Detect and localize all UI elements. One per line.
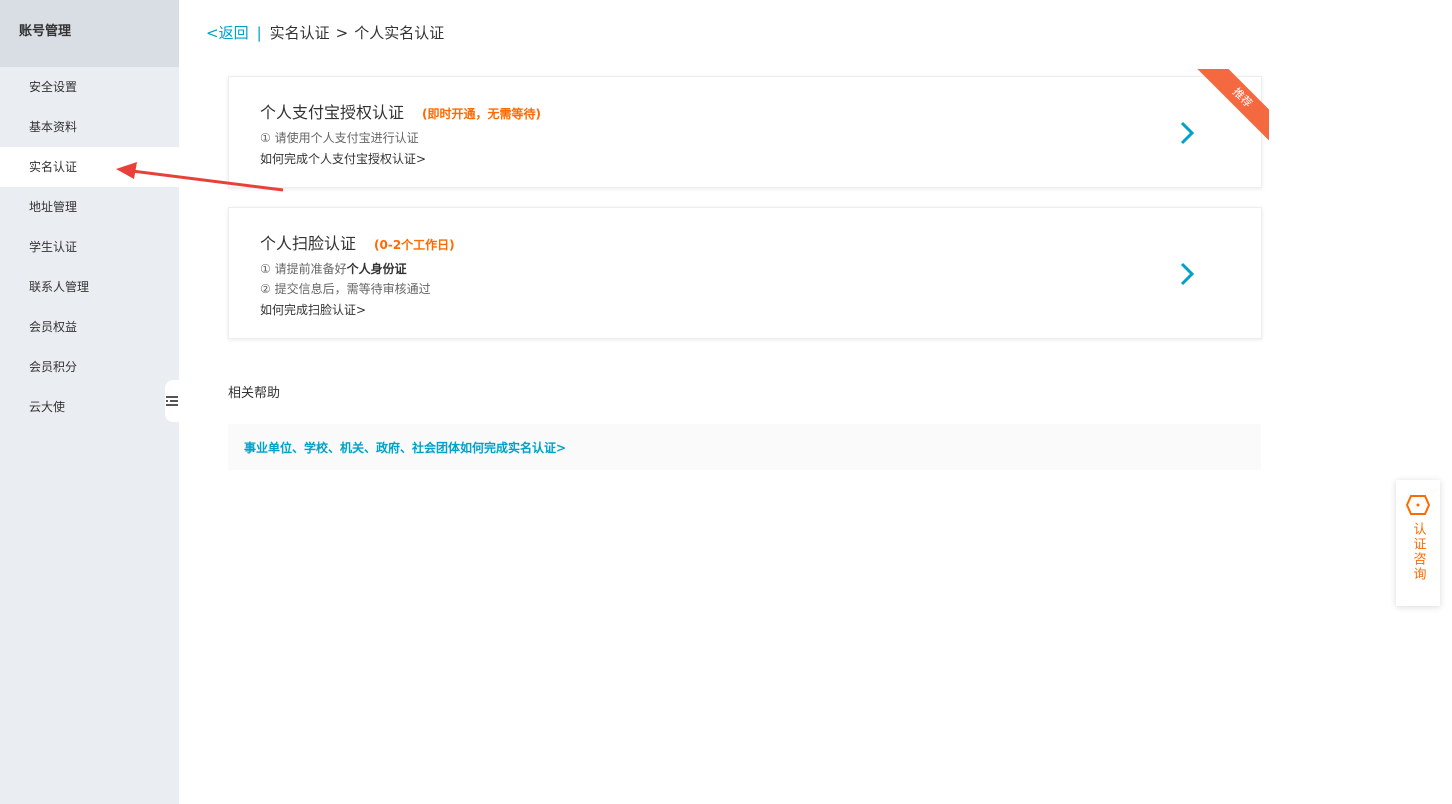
sidebar-item-address[interactable]: 地址管理: [0, 187, 179, 227]
sidebar-menu: 安全设置 基本资料 实名认证 地址管理 学生认证 联系人管理 会员权益 会员积分…: [0, 67, 179, 427]
recommend-ribbon-text: 推荐: [1195, 69, 1269, 145]
face-scan-help-link[interactable]: 如何完成扫脸认证>: [260, 301, 366, 318]
sidebar-header: 账号管理: [0, 0, 179, 67]
sidebar-item-member-points[interactable]: 会员积分: [0, 347, 179, 387]
sidebar: 账号管理 安全设置 基本资料 实名认证 地址管理 学生认证 联系人管理 会员权益…: [0, 0, 179, 804]
recommend-ribbon: 推荐: [1189, 69, 1269, 149]
chevron-right-icon: [1180, 262, 1195, 286]
card-title: 个人扫脸认证 (0-2个工作日): [260, 230, 455, 254]
help-box: 事业单位、学校、机关、政府、社会团体如何完成实名认证>: [228, 424, 1261, 470]
card-title-text: 个人扫脸认证: [260, 234, 357, 253]
sidebar-item-student[interactable]: 学生认证: [0, 227, 179, 267]
help-title: 相关帮助: [228, 386, 281, 401]
sidebar-item-contacts[interactable]: 联系人管理: [0, 267, 179, 307]
card-title: 个人支付宝授权认证 (即时开通，无需等待): [260, 99, 541, 123]
alipay-help-link[interactable]: 如何完成个人支付宝授权认证>: [260, 150, 426, 167]
consult-icon: [1405, 495, 1431, 515]
instruction-prefix: ① 请提前准备好: [260, 262, 347, 276]
card-instruction-1: ① 请提前准备好个人身份证: [260, 260, 407, 277]
alipay-auth-card[interactable]: 个人支付宝授权认证 (即时开通，无需等待) ① 请使用个人支付宝进行认证 如何完…: [228, 69, 1269, 188]
card-tag: (0-2个工作日): [374, 238, 455, 252]
card-instruction-2: ② 提交信息后，需等待审核通过: [260, 282, 431, 296]
help-link[interactable]: 事业单位、学校、机关、政府、社会团体如何完成实名认证>: [244, 441, 566, 455]
sidebar-item-ambassador[interactable]: 云大使: [0, 387, 179, 427]
menu-collapse-icon: [166, 396, 178, 406]
breadcrumb: <返回 | 实名认证 > 个人实名认证: [206, 22, 444, 44]
sidebar-item-profile[interactable]: 基本资料: [0, 107, 179, 147]
sidebar-item-security[interactable]: 安全设置: [0, 67, 179, 107]
card-tag: (即时开通，无需等待): [422, 107, 541, 121]
breadcrumb-arrow: >: [335, 24, 349, 42]
consult-label: 认证咨询: [1410, 522, 1426, 582]
back-link[interactable]: <返回: [206, 22, 249, 44]
breadcrumb-level1[interactable]: 实名认证: [270, 22, 330, 44]
instruction-bold: 个人身份证: [346, 262, 407, 276]
card-instruction: ① 请使用个人支付宝进行认证: [260, 131, 419, 145]
consult-float-button[interactable]: 认证咨询: [1396, 480, 1440, 606]
sidebar-item-real-name[interactable]: 实名认证: [0, 147, 179, 187]
breadcrumb-level2: 个人实名认证: [354, 24, 445, 42]
face-scan-card[interactable]: 个人扫脸认证 (0-2个工作日) ① 请提前准备好个人身份证 ② 提交信息后，需…: [228, 207, 1262, 339]
breadcrumb-separator: |: [256, 24, 262, 42]
card-title-text: 个人支付宝授权认证: [260, 103, 405, 122]
sidebar-collapse-toggle[interactable]: [165, 380, 179, 422]
sidebar-item-member-benefits[interactable]: 会员权益: [0, 307, 179, 347]
